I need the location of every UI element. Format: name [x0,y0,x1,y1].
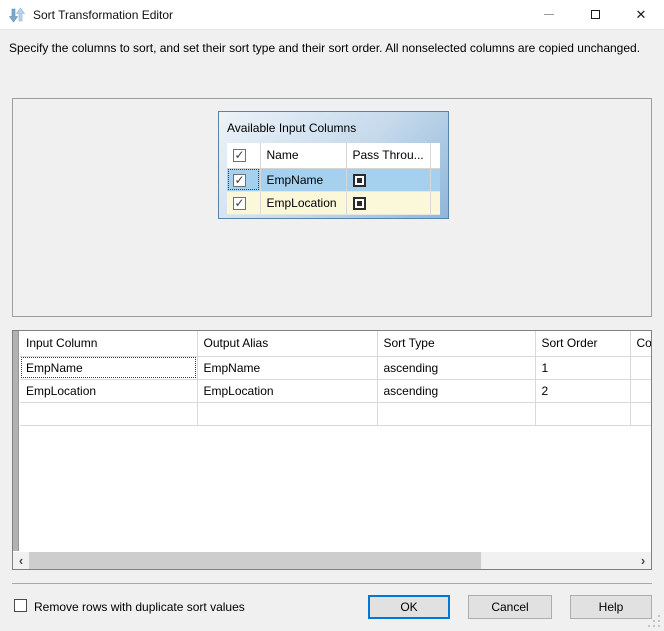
close-button[interactable]: ✕ [618,0,664,29]
aic-spacer-cell [430,168,440,192]
window-controls: ✕ [526,0,664,29]
aic-row-emplocation[interactable]: ✓ EmpLocation [227,191,440,215]
window-title: Sort Transformation Editor [33,7,174,22]
grid-row-empname[interactable]: EmpName EmpName ascending 1 [20,356,651,380]
empty-cell[interactable] [197,402,378,426]
sort-transformation-editor-dialog: Sort Transformation Editor ✕ Specify the… [0,0,664,631]
grid-empty-row[interactable] [20,402,651,426]
aic-spacer-header [430,143,440,169]
aic-spacer-cell [430,191,440,215]
available-input-columns-box: Available Input Columns ✓ Name Pass Thro… [218,111,449,219]
empname-input-column-cell[interactable]: EmpName [20,356,198,380]
sort-type-header: Sort Type [377,331,536,357]
sort-order-header: Sort Order [535,331,631,357]
empname-sort-type-cell[interactable]: ascending [377,356,536,380]
aic-header-row: ✓ Name Pass Throu... [227,143,440,169]
aic-empname-name-cell[interactable]: EmpName [260,168,347,192]
empname-checkbox[interactable]: ✓ [233,173,246,187]
aic-empname-passthrough-cell[interactable] [346,168,431,192]
sort-grid-table: Input Column Output Alias Sort Type Sort… [20,331,651,426]
aic-empname-check-cell[interactable]: ✓ [227,168,261,192]
aic-select-all-cell[interactable]: ✓ [227,143,261,169]
close-icon: ✕ [635,7,647,22]
empname-sort-order-cell[interactable]: 1 [535,356,631,380]
emplocation-input-column-cell[interactable]: EmpLocation [20,379,198,403]
emplocation-sort-type-cell[interactable]: ascending [377,379,536,403]
passthrough-fill-icon [356,177,362,183]
empty-cell[interactable] [377,402,536,426]
scroll-right-arrow[interactable]: › [635,552,651,569]
aic-name-header: Name [260,143,347,169]
remove-duplicates-label[interactable]: Remove rows with duplicate sort values [34,600,245,614]
empty-cell[interactable] [535,402,631,426]
aic-emplocation-name-cell[interactable]: EmpLocation [260,191,347,215]
grid-header-row: Input Column Output Alias Sort Type Sort… [20,331,651,357]
aic-emplocation-check-cell[interactable]: ✓ [227,191,261,215]
emplocation-output-alias-cell[interactable]: EmpLocation [197,379,378,403]
footer-separator [12,583,652,584]
minimize-button[interactable] [526,0,572,29]
grid-row-header-gutter [13,331,19,551]
input-column-header: Input Column [20,331,198,357]
empname-output-alias-cell[interactable]: EmpName [197,356,378,380]
available-input-columns-table: ✓ Name Pass Throu... ✓ EmpName ✓ EmpLoca… [227,143,440,215]
help-button[interactable]: Help [570,595,652,619]
aic-row-empname[interactable]: ✓ EmpName [227,168,440,192]
empname-comparison-flags-cell[interactable] [630,356,651,380]
horizontal-scrollbar[interactable]: ‹ › [13,552,651,569]
emplocation-checkbox[interactable]: ✓ [233,196,246,210]
aic-passthrough-header: Pass Throu... [346,143,431,169]
empty-cell[interactable] [20,402,198,426]
title-bar[interactable]: Sort Transformation Editor ✕ [0,0,664,30]
ok-button[interactable]: OK [368,595,450,619]
minimize-icon [544,14,554,15]
output-alias-header: Output Alias [197,331,378,357]
maximize-button[interactable] [572,0,618,29]
sort-columns-grid: Input Column Output Alias Sort Type Sort… [12,330,652,570]
empty-cell[interactable] [630,402,651,426]
resize-grip[interactable] [658,625,660,627]
grid-row-emplocation[interactable]: EmpLocation EmpLocation ascending 2 [20,379,651,403]
aic-emplocation-passthrough-cell[interactable] [346,191,431,215]
emplocation-passthrough-checkbox[interactable] [352,196,366,210]
comparison-flags-header: Com [630,331,651,357]
sort-arrows-icon [9,6,25,23]
select-all-checkbox[interactable]: ✓ [233,149,246,163]
passthrough-fill-icon [356,200,362,206]
scrollbar-thumb[interactable] [29,552,481,569]
maximize-icon [590,10,600,19]
empname-passthrough-checkbox[interactable] [352,173,366,187]
emplocation-comparison-flags-cell[interactable] [630,379,651,403]
cancel-button[interactable]: Cancel [468,595,552,619]
emplocation-sort-order-cell[interactable]: 2 [535,379,631,403]
input-columns-panel: Available Input Columns ✓ Name Pass Thro… [12,98,652,317]
available-input-columns-title: Available Input Columns [227,121,357,135]
dialog-description: Specify the columns to sort, and set the… [9,41,641,55]
scroll-left-arrow[interactable]: ‹ [13,552,29,569]
remove-duplicates-checkbox[interactable] [14,599,27,612]
